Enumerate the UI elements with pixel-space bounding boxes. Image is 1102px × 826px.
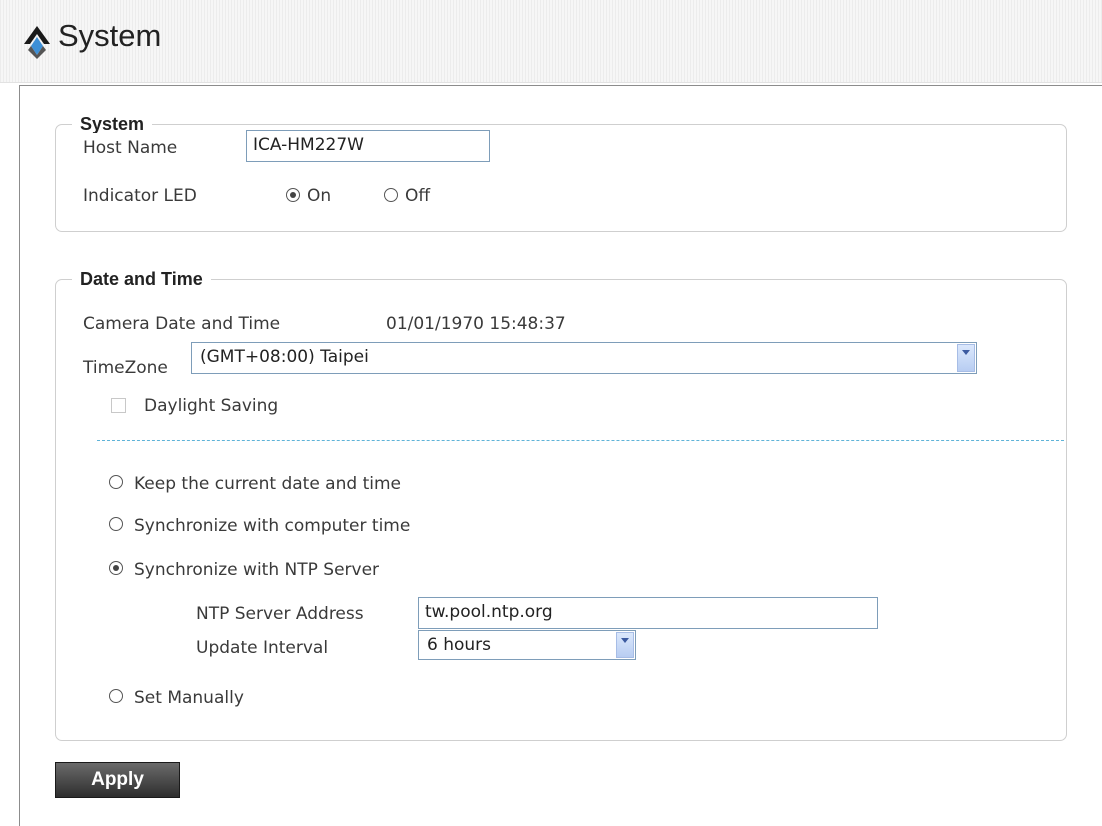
timezone-label: TimeZone xyxy=(83,358,168,378)
led-on-label: On xyxy=(307,186,332,206)
system-legend: System xyxy=(72,113,153,133)
camera-datetime-value: 01/01/1970 15:48:37 xyxy=(386,314,566,334)
update-interval-selected-value: 6 hours xyxy=(427,635,492,655)
sync-computer-label: Synchronize with computer time xyxy=(134,516,411,536)
chevron-down-icon[interactable] xyxy=(616,632,634,658)
sync-ntp-radio[interactable] xyxy=(109,561,123,575)
caret-logo-icon xyxy=(24,26,50,59)
led-off-label: Off xyxy=(405,186,431,206)
page-title: System xyxy=(58,18,162,53)
camera-datetime-label: Camera Date and Time xyxy=(83,314,281,334)
system-fieldset xyxy=(55,124,1067,232)
keep-time-radio[interactable] xyxy=(109,475,123,489)
led-off-radio[interactable] xyxy=(384,188,398,202)
keep-time-label: Keep the current date and time xyxy=(134,474,401,494)
timezone-select[interactable]: (GMT+08:00) Taipei xyxy=(191,342,977,374)
apply-button[interactable]: Apply xyxy=(55,762,180,798)
set-manually-radio[interactable] xyxy=(109,689,123,703)
sync-computer-radio[interactable] xyxy=(109,517,123,531)
page-header: System xyxy=(0,0,1102,83)
settings-panel: System Host Name ICA-HM227W Indicator LE… xyxy=(19,85,1102,826)
indicator-led-label: Indicator LED xyxy=(83,186,197,206)
update-interval-select[interactable]: 6 hours xyxy=(418,630,636,660)
set-manually-label: Set Manually xyxy=(134,688,244,708)
chevron-down-icon[interactable] xyxy=(957,344,975,372)
ntp-address-label: NTP Server Address xyxy=(196,604,364,624)
daylight-saving-checkbox[interactable] xyxy=(111,398,126,413)
led-on-radio[interactable] xyxy=(286,188,300,202)
timezone-selected-value: (GMT+08:00) Taipei xyxy=(200,347,369,367)
host-name-label: Host Name xyxy=(83,138,178,158)
host-name-input[interactable]: ICA-HM227W xyxy=(246,130,490,162)
section-divider xyxy=(97,440,1064,441)
update-interval-label: Update Interval xyxy=(196,638,329,658)
ntp-address-input[interactable]: tw.pool.ntp.org xyxy=(418,597,878,629)
datetime-legend: Date and Time xyxy=(72,268,211,290)
sync-ntp-label: Synchronize with NTP Server xyxy=(134,560,380,580)
daylight-saving-label: Daylight Saving xyxy=(144,396,279,416)
